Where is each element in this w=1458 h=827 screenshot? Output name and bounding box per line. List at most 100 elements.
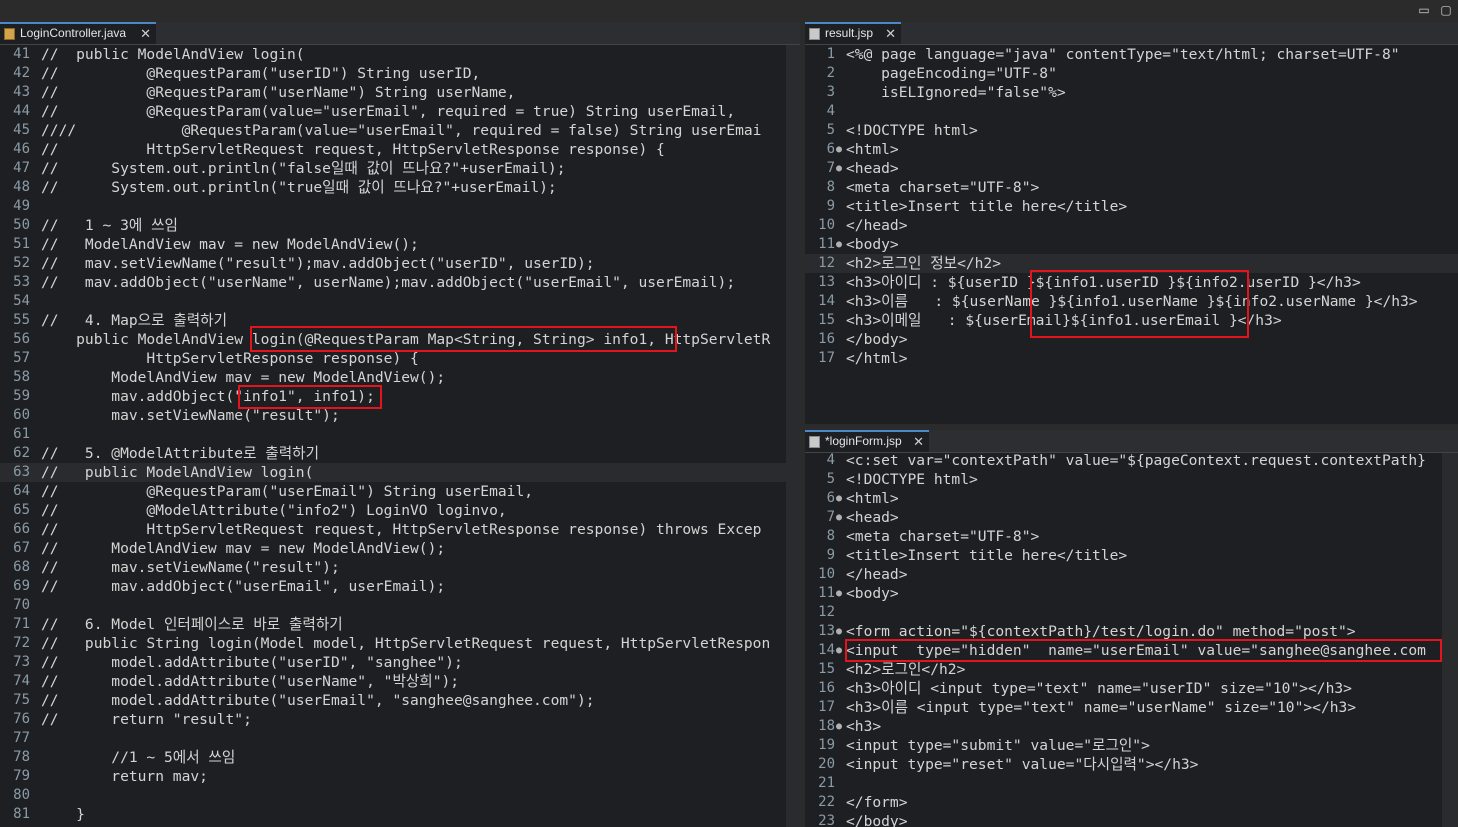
- code-line[interactable]: 52 // mav.setViewName("result");mav.addOb…: [0, 254, 800, 273]
- code-line[interactable]: 22 </form>: [805, 793, 1458, 812]
- tab-login-controller[interactable]: LoginController.java ✕: [0, 22, 156, 44]
- code-line[interactable]: 62 // 5. @ModelAttribute로 출력하기: [0, 444, 800, 463]
- code-line[interactable]: 58 ModelAndView mav = new ModelAndView()…: [0, 368, 800, 387]
- code-line[interactable]: 7 ● <head>: [805, 159, 1458, 178]
- code-line[interactable]: 23 </body>: [805, 812, 1458, 827]
- line-number: 14: [818, 293, 835, 309]
- code-line[interactable]: 8 <meta charset="UTF-8">: [805, 178, 1458, 197]
- code-line[interactable]: 8 <meta charset="UTF-8">: [805, 527, 1458, 546]
- overview-ruler[interactable]: [786, 45, 800, 827]
- code-line[interactable]: 6 ● <html>: [805, 489, 1458, 508]
- code-line[interactable]: 7 ● <head>: [805, 508, 1458, 527]
- fold-marker-icon[interactable]: ●: [836, 717, 842, 736]
- code-line[interactable]: 19 <input type="submit" value="로그인">: [805, 736, 1458, 755]
- code-line[interactable]: 9 <title>Insert title here</title>: [805, 197, 1458, 216]
- code-line[interactable]: 77: [0, 729, 800, 748]
- code-line[interactable]: 18 ● <h3>: [805, 717, 1458, 736]
- code-area[interactable]: 1 <%@ page language="java" contentType="t…: [805, 45, 1458, 424]
- code-line[interactable]: 11 ● <body>: [805, 235, 1458, 254]
- code-text: <!DOCTYPE html>: [846, 122, 978, 139]
- fold-marker-icon[interactable]: ●: [836, 508, 842, 527]
- code-line[interactable]: 3 isELIgnored="false"%>: [805, 83, 1458, 102]
- vertical-scrollbar[interactable]: [1442, 453, 1458, 827]
- close-tab-icon[interactable]: ✕: [140, 24, 151, 43]
- tab-loginform-jsp[interactable]: *loginForm.jsp ✕: [805, 430, 929, 452]
- close-tab-icon[interactable]: ✕: [913, 432, 924, 451]
- code-line[interactable]: 10 </head>: [805, 565, 1458, 584]
- code-text: // 4. Map으로 출력하기: [41, 312, 227, 329]
- code-line[interactable]: 75 // model.addAttribute("userEmail", "sa…: [0, 691, 800, 710]
- code-text: <head>: [846, 160, 899, 177]
- code-line[interactable]: 45 //// @RequestParam(value="userEmail", …: [0, 121, 800, 140]
- code-line[interactable]: 10 </head>: [805, 216, 1458, 235]
- code-line[interactable]: 66 // HttpServletRequest request, HttpSer…: [0, 520, 800, 539]
- code-line[interactable]: 47 // System.out.println("false일때 값이 뜨나요?…: [0, 159, 800, 178]
- code-line[interactable]: 60 mav.setViewName("result");: [0, 406, 800, 425]
- code-line[interactable]: 59 mav.addObject("info1", info1);: [0, 387, 800, 406]
- code-line[interactable]: 41 // public ModelAndView login(: [0, 45, 800, 64]
- code-line[interactable]: 65 // @ModelAttribute("info2") LoginVO lo…: [0, 501, 800, 520]
- code-line[interactable]: 1 <%@ page language="java" contentType="t…: [805, 45, 1458, 64]
- line-number: 65: [13, 502, 30, 518]
- code-line[interactable]: 78 //1 ~ 5에서 쓰임: [0, 748, 800, 767]
- code-line[interactable]: 44 // @RequestParam(value="userEmail", re…: [0, 102, 800, 121]
- code-line[interactable]: 51 // ModelAndView mav = new ModelAndView…: [0, 235, 800, 254]
- code-line[interactable]: 63 // public ModelAndView login(: [0, 463, 800, 482]
- code-line[interactable]: 46 // HttpServletRequest request, HttpSer…: [0, 140, 800, 159]
- close-tab-icon[interactable]: ✕: [885, 24, 896, 43]
- code-line[interactable]: 15 <h2>로그인</h2>: [805, 660, 1458, 679]
- line-number: 53: [13, 274, 30, 290]
- line-number: 79: [13, 768, 30, 784]
- code-line[interactable]: 2 pageEncoding="UTF-8": [805, 64, 1458, 83]
- code-text: // model.addAttribute("userEmail", "sang…: [41, 692, 595, 709]
- code-line[interactable]: 70: [0, 596, 800, 615]
- code-line[interactable]: 20 <input type="reset" value="다시입력"></h3>: [805, 755, 1458, 774]
- code-line[interactable]: 17 <h3>이름 <input type="text" name="userNa…: [805, 698, 1458, 717]
- fold-marker-icon[interactable]: ●: [836, 140, 842, 159]
- code-line[interactable]: 81 }: [0, 805, 800, 824]
- code-line[interactable]: 9 <title>Insert title here</title>: [805, 546, 1458, 565]
- code-line[interactable]: 4: [805, 102, 1458, 121]
- code-line[interactable]: 79 return mav;: [0, 767, 800, 786]
- code-line[interactable]: 67 // ModelAndView mav = new ModelAndView…: [0, 539, 800, 558]
- code-line[interactable]: 4 <c:set var="contextPath" value="${pageC…: [805, 451, 1458, 470]
- code-line[interactable]: 61: [0, 425, 800, 444]
- code-line[interactable]: 5 <!DOCTYPE html>: [805, 470, 1458, 489]
- code-line[interactable]: 69 // mav.addObject("userEmail", userEmai…: [0, 577, 800, 596]
- code-line[interactable]: 16 <h3>아이디 <input type="text" name="userI…: [805, 679, 1458, 698]
- code-line[interactable]: 80: [0, 786, 800, 805]
- fold-marker-icon[interactable]: ●: [836, 622, 842, 641]
- code-text: //// @RequestParam(value="userEmail", re…: [41, 122, 762, 139]
- maximize-icon[interactable]: ▢: [1438, 2, 1454, 18]
- code-line[interactable]: 6 ● <html>: [805, 140, 1458, 159]
- code-line[interactable]: 73 // model.addAttribute("userID", "sangh…: [0, 653, 800, 672]
- code-line[interactable]: 12: [805, 603, 1458, 622]
- code-line[interactable]: 53 // mav.addObject("userName", userName)…: [0, 273, 800, 292]
- code-area[interactable]: 41 // public ModelAndView login(42 // @Req…: [0, 45, 800, 827]
- code-line[interactable]: 72 // public String login(Model model, Ht…: [0, 634, 800, 653]
- code-line[interactable]: 74 // model.addAttribute("userName", "박상희…: [0, 672, 800, 691]
- fold-marker-icon[interactable]: ●: [836, 489, 842, 508]
- code-line[interactable]: 76 // return "result";: [0, 710, 800, 729]
- code-line[interactable]: 43 // @RequestParam("userName") String us…: [0, 83, 800, 102]
- code-line[interactable]: 21: [805, 774, 1458, 793]
- line-number: 59: [13, 388, 30, 404]
- code-line[interactable]: 11 ● <body>: [805, 584, 1458, 603]
- code-line[interactable]: 17 </html>: [805, 349, 1458, 368]
- code-text: </head>: [846, 217, 908, 234]
- code-line[interactable]: 71 // 6. Model 인터페이스로 바로 출력하기: [0, 615, 800, 634]
- code-line[interactable]: 54: [0, 292, 800, 311]
- code-line[interactable]: 68 // mav.setViewName("result");: [0, 558, 800, 577]
- code-line[interactable]: 48 // System.out.println("true일때 값이 뜨나요?"…: [0, 178, 800, 197]
- code-line[interactable]: 50 // 1 ~ 3에 쓰임: [0, 216, 800, 235]
- code-line[interactable]: 64 // @RequestParam("userEmail") String u…: [0, 482, 800, 501]
- fold-marker-icon[interactable]: ●: [836, 584, 842, 603]
- fold-marker-icon[interactable]: ●: [836, 159, 842, 178]
- fold-marker-icon[interactable]: ●: [836, 235, 842, 254]
- code-line[interactable]: 5 <!DOCTYPE html>: [805, 121, 1458, 140]
- fold-marker-icon[interactable]: ●: [836, 641, 842, 660]
- code-line[interactable]: 49: [0, 197, 800, 216]
- code-line[interactable]: 42 // @RequestParam("userID") String user…: [0, 64, 800, 83]
- tab-result-jsp[interactable]: result.jsp ✕: [805, 22, 901, 44]
- minimize-icon[interactable]: ▭: [1416, 2, 1432, 18]
